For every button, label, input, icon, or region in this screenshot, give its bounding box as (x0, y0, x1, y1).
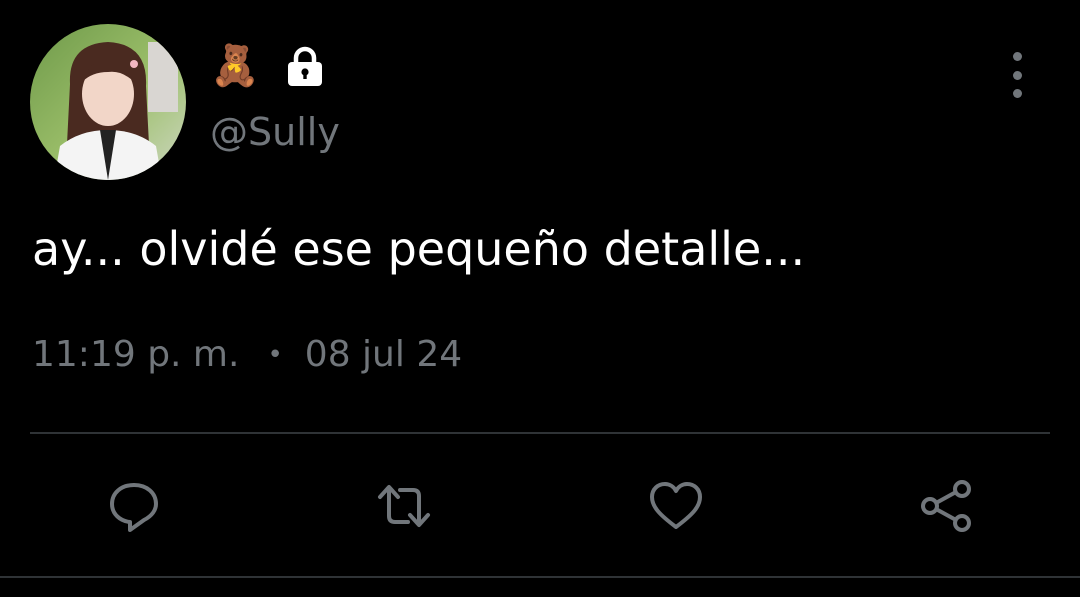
meta-separator: • (267, 339, 283, 370)
tweet-date: 08 jul 24 (304, 334, 463, 375)
more-vertical-icon-dot (1012, 89, 1022, 98)
tweet-text: ay... olvidé ese pequeño detalle... (32, 222, 806, 276)
reply-icon (110, 483, 158, 532)
tweet-time: 11:19 p. m. (32, 334, 240, 375)
avatar-image (30, 24, 186, 180)
bottom-divider (0, 576, 1080, 578)
divider (30, 432, 1050, 434)
heart-icon (650, 482, 702, 529)
tweet-meta: 11:19 p. m. • 08 jul 24 (32, 334, 462, 375)
share-icon (921, 480, 971, 532)
more-options-button[interactable] (1000, 52, 1034, 98)
retweet-icon (378, 485, 430, 527)
lock-icon (287, 46, 322, 86)
author-emoji: 🧸 (210, 43, 260, 89)
more-vertical-icon-dot (1012, 70, 1022, 80)
author-name-row[interactable]: 🧸 (210, 40, 326, 92)
retweet-button[interactable] (374, 476, 434, 536)
reply-button[interactable] (104, 476, 164, 536)
like-button[interactable] (646, 476, 706, 536)
avatar[interactable] (30, 24, 186, 180)
more-vertical-icon (1012, 52, 1022, 61)
share-button[interactable] (916, 476, 976, 536)
author-handle[interactable]: @Sully (210, 110, 340, 154)
